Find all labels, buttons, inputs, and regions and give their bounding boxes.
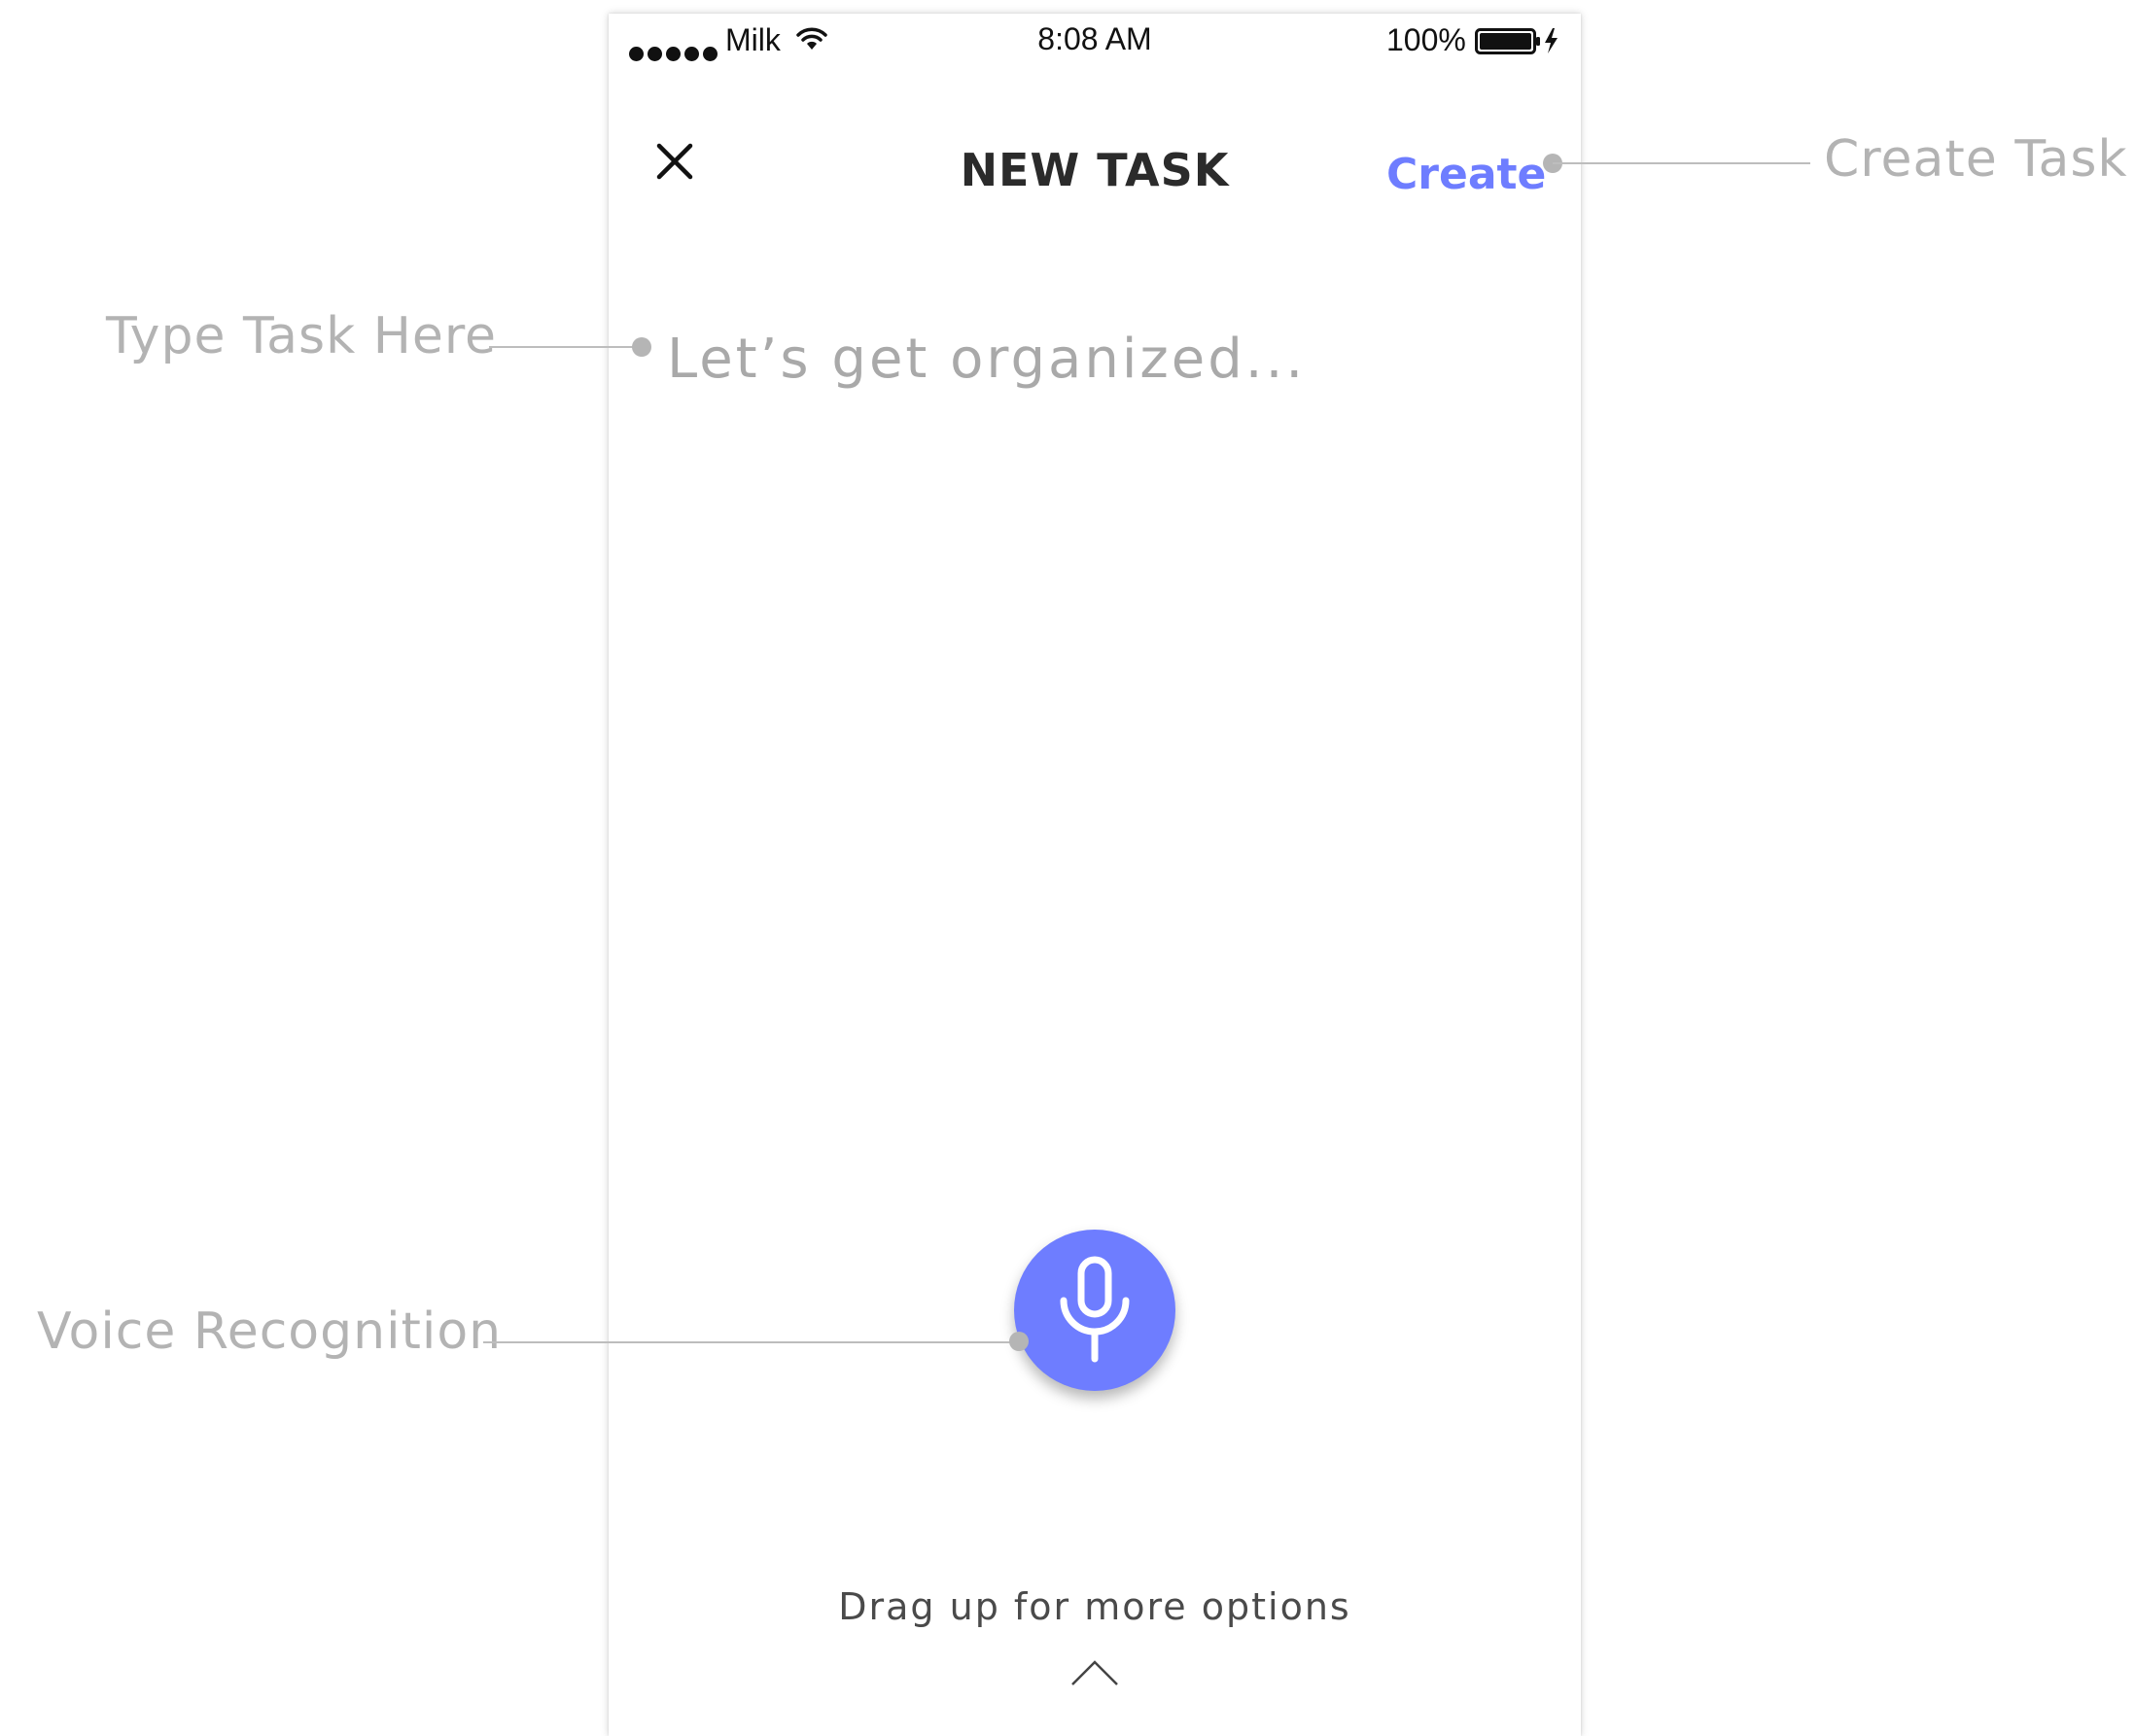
annotation-voice-recognition: Voice Recognition (37, 1302, 503, 1361)
chevron-up-icon[interactable] (1069, 1658, 1120, 1687)
phone-screen: Milk 8:08 AM 100% NEW TASK Create Drag u… (609, 14, 1581, 1736)
battery-percent: 100% (1386, 22, 1466, 57)
annotation-line-type (489, 346, 639, 348)
drag-hint-label: Drag up for more options (838, 1585, 1351, 1628)
annotation-type-task: Type Task Here (106, 307, 498, 365)
task-input[interactable] (667, 315, 1523, 402)
annotation-line-voice (483, 1341, 1018, 1343)
annotation-line-create (1553, 162, 1810, 164)
battery-charging-icon (1475, 28, 1558, 54)
status-bar: Milk 8:08 AM 100% (609, 14, 1581, 68)
create-button[interactable]: Create (1386, 150, 1546, 199)
microphone-icon (1060, 1256, 1130, 1363)
voice-recognition-button[interactable] (1014, 1230, 1175, 1391)
annotation-dot-voice (1009, 1332, 1029, 1351)
annotation-dot-type (632, 337, 651, 357)
annotation-create-task: Create Task (1824, 130, 2128, 189)
